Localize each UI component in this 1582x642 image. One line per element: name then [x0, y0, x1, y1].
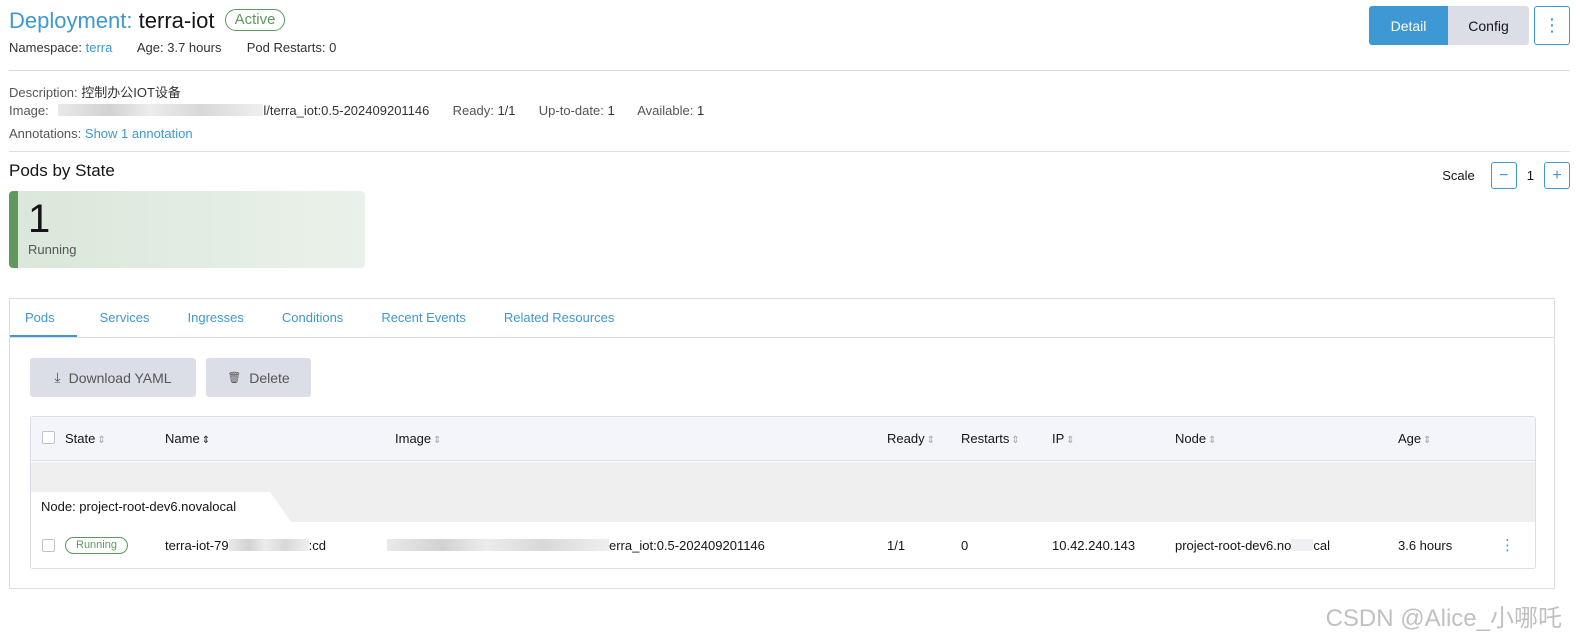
image-row: Image: l/terra_iot:0.5-202409201146 Read… — [9, 103, 704, 118]
description-row: Description: 控制办公IOT设备 — [9, 82, 181, 101]
download-icon: ⤓ — [54, 369, 61, 385]
sort-icon: ⇕ — [201, 435, 211, 446]
plus-icon: + — [1552, 166, 1562, 184]
resource-name: terra-iot — [138, 8, 215, 33]
available-label: Available: — [637, 103, 694, 118]
pod-ready: 1/1 — [887, 538, 906, 553]
scale-up-button[interactable]: + — [1544, 162, 1570, 189]
pod-restarts: 0 — [961, 538, 969, 553]
sort-icon: ⇕ — [433, 435, 442, 446]
divider — [9, 70, 1570, 71]
sort-icon: ⇕ — [926, 435, 935, 446]
scale-control: Scale − 1 + — [1442, 162, 1570, 189]
redacted-node — [1291, 539, 1314, 551]
row-actions-kebab-icon[interactable]: ⋮ — [1500, 536, 1515, 554]
config-button[interactable]: Config — [1448, 6, 1529, 45]
namespace-link[interactable]: terra — [86, 40, 113, 55]
resource-subline: Namespace: terra Age: 3.7 hours Pod Rest… — [9, 40, 336, 55]
description-value: 控制办公IOT设备 — [81, 85, 181, 100]
ready-value: 1/1 — [497, 103, 516, 118]
scale-label: Scale — [1442, 168, 1475, 183]
column-header-age[interactable]: Age ⇕ — [1398, 431, 1432, 446]
annotations-row: Annotations: Show 1 annotation — [9, 126, 193, 141]
available-value: 1 — [696, 103, 705, 118]
tab-services[interactable]: Services — [85, 299, 165, 337]
more-actions-button[interactable]: ⋮ — [1534, 6, 1570, 45]
kebab-icon: ⋮ — [1543, 15, 1561, 35]
pods-by-state-title: Pods by State — [9, 161, 115, 180]
delete-button[interactable]: 🗑 Delete — [206, 358, 311, 397]
tab-pods[interactable]: Pods — [10, 299, 77, 337]
redacted-image-prefix — [58, 104, 264, 116]
running-label: Running — [28, 242, 77, 257]
download-yaml-button[interactable]: ⤓ Download YAML — [30, 358, 196, 397]
tab-ingresses[interactable]: Ingresses — [173, 299, 259, 337]
node-group-label: Node: project-root-dev6.novalocal — [31, 492, 291, 522]
scale-value: 1 — [1526, 168, 1534, 183]
age-label: Age: — [136, 40, 164, 55]
resource-kind: Deployment: — [9, 8, 133, 33]
image-label: Image: — [9, 103, 49, 118]
tab-recent-events[interactable]: Recent Events — [366, 299, 481, 337]
detail-button[interactable]: Detail — [1369, 6, 1448, 45]
pod-node-link[interactable]: project-root-dev6.no cal — [1175, 538, 1330, 553]
column-header-ip[interactable]: IP ⇕ — [1052, 431, 1075, 446]
status-badge: Active — [224, 9, 286, 31]
pod-ip: 10.42.240.143 — [1052, 538, 1136, 553]
node-group-row: Node: project-root-dev6.novalocal — [31, 462, 1535, 522]
sort-icon: ⇕ — [1066, 435, 1075, 446]
resource-tabs-panel: Pods Services Ingresses Conditions Recen… — [9, 298, 1555, 589]
tab-related-resources[interactable]: Related Resources — [489, 299, 630, 337]
description-label: Description: — [9, 85, 78, 100]
column-header-restarts[interactable]: Restarts ⇕ — [961, 431, 1020, 446]
delete-label: Delete — [249, 369, 290, 386]
row-state-badge: Running — [65, 537, 128, 554]
row-checkbox[interactable] — [42, 539, 55, 552]
tab-conditions[interactable]: Conditions — [267, 299, 358, 337]
page-title: Deployment: terra-iot Active — [9, 6, 286, 36]
column-header-image[interactable]: Image ⇕ — [395, 431, 442, 446]
pod-age: 3.6 hours — [1398, 538, 1453, 553]
view-toggle: Detail Config — [1369, 6, 1529, 45]
column-header-name[interactable]: Name ⇕ — [165, 431, 210, 446]
pod-name-link[interactable]: terra-iot-79:cd — [165, 538, 326, 553]
ready-label: Ready: — [452, 103, 494, 118]
table-header: State ⇕ Name ⇕ Image ⇕ Ready ⇕ Restarts ⇕ IP ⇕… — [31, 417, 1535, 461]
uptodate-value: 1 — [607, 103, 615, 118]
image-value: l/terra_iot:0.5-202409201146 — [263, 103, 430, 118]
trash-icon: 🗑 — [227, 372, 242, 384]
column-header-ready[interactable]: Ready ⇕ — [887, 431, 935, 446]
annotations-label: Annotations: — [9, 126, 82, 141]
running-state-card: 1 Running — [9, 191, 365, 268]
running-count: 1 — [28, 197, 51, 241]
download-yaml-label: Download YAML — [68, 369, 172, 386]
sort-icon: ⇕ — [1208, 435, 1217, 446]
sort-icon: ⇕ — [1011, 435, 1020, 446]
show-annotations-link[interactable]: Show 1 annotation — [85, 126, 193, 141]
select-all-checkbox[interactable] — [42, 431, 55, 444]
column-header-state[interactable]: State ⇕ — [65, 431, 106, 446]
uptodate-label: Up-to-date: — [538, 103, 604, 118]
restarts-label: Pod Restarts: — [246, 40, 326, 55]
sort-icon: ⇕ — [1423, 435, 1432, 446]
tab-bar: Pods Services Ingresses Conditions Recen… — [10, 299, 1554, 338]
restarts-value: 0 — [329, 40, 337, 55]
sort-icon: ⇕ — [97, 435, 106, 446]
pod-image: erra_iot:0.5-202409201146 — [387, 538, 765, 553]
namespace-label: Namespace: — [9, 40, 82, 55]
redacted-name — [228, 539, 309, 551]
minus-icon: − — [1499, 166, 1509, 184]
age-value: 3.7 hours — [167, 40, 222, 55]
divider — [9, 151, 1570, 152]
scale-down-button[interactable]: − — [1490, 162, 1517, 189]
pods-table: State ⇕ Name ⇕ Image ⇕ Ready ⇕ Restarts ⇕ IP ⇕… — [30, 416, 1536, 569]
redacted-image — [387, 539, 609, 551]
watermark: CSDN @Alice_小哪吒 — [1325, 605, 1562, 632]
column-header-node[interactable]: Node ⇕ — [1175, 431, 1216, 446]
